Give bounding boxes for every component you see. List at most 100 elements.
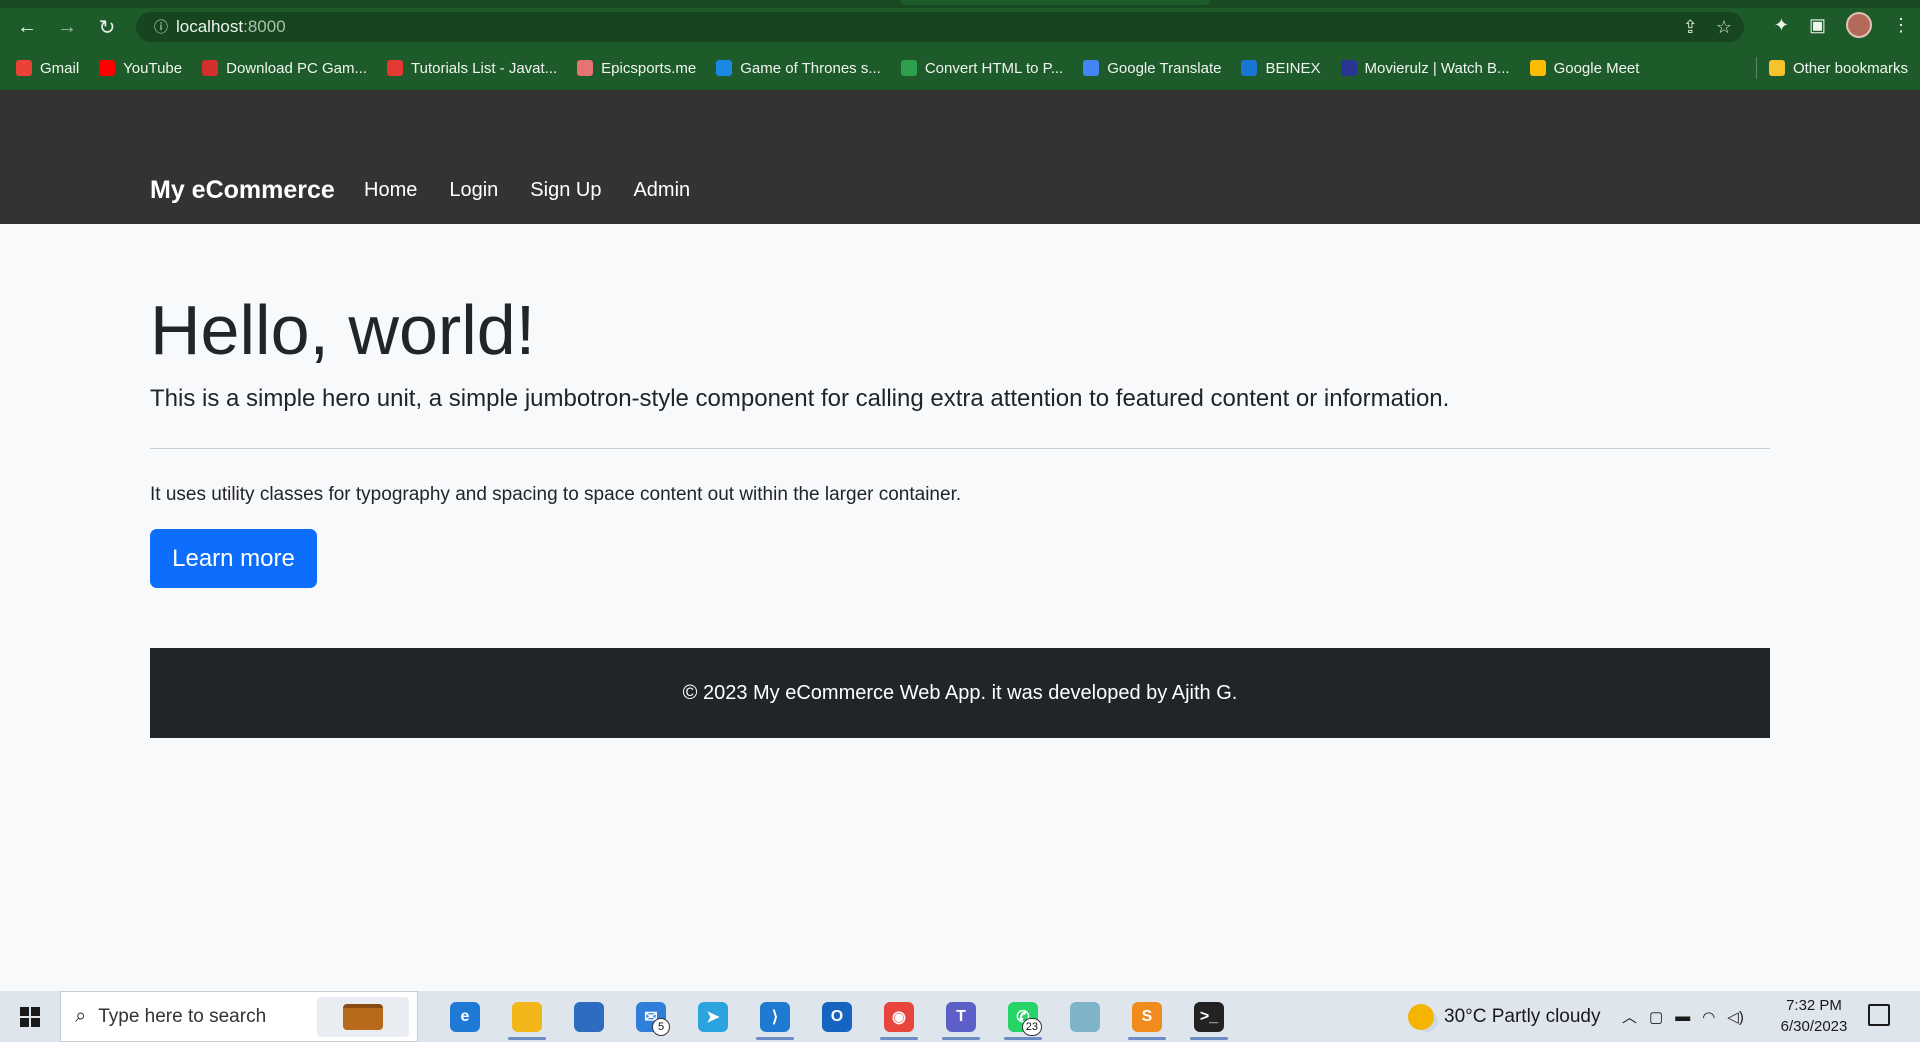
outlook-icon: O — [822, 1001, 852, 1032]
menu-kebab-icon[interactable]: ⋮ — [1892, 15, 1910, 36]
sublime-text-icon: S — [1132, 1001, 1162, 1032]
bookmark-item[interactable]: Download PC Gam... — [202, 60, 367, 77]
hero-title: Hello, world! — [150, 291, 536, 369]
bookmark-favicon-icon — [387, 60, 404, 76]
clock-date: 6/30/2023 — [1780, 1018, 1848, 1035]
bookmark-label: Download PC Gam... — [226, 59, 368, 77]
side-panel-icon[interactable]: ▣ — [1809, 15, 1826, 36]
bookmark-item[interactable]: Game of Thrones s... — [716, 60, 881, 77]
taskbar-app-edge[interactable]: e — [434, 991, 496, 1042]
weather-widget[interactable]: 30°C Partly cloudy — [1408, 991, 1601, 1042]
windows-logo-icon — [20, 1006, 40, 1027]
bookmark-label: Google Translate — [1107, 59, 1222, 77]
bookmark-label: Convert HTML to P... — [924, 59, 1064, 77]
navbar-brand[interactable]: My eCommerce — [150, 176, 335, 205]
terminal-icon: >_ — [1194, 1001, 1224, 1032]
reload-icon[interactable]: ↻ — [92, 12, 122, 42]
bookmark-favicon-icon — [99, 60, 116, 76]
learn-more-button[interactable]: Learn more — [150, 529, 317, 588]
taskbar-app-outlook[interactable]: O — [806, 991, 868, 1042]
bookmark-label: Gmail — [40, 59, 80, 77]
meet-now-icon[interactable]: ▢ — [1649, 1008, 1663, 1026]
other-bookmarks[interactable]: Other bookmarks — [1768, 59, 1908, 77]
bookmark-favicon-icon — [1241, 60, 1258, 76]
bookmark-item[interactable]: Google Meet — [1529, 59, 1640, 77]
site-info-icon[interactable]: ⓘ — [146, 17, 176, 37]
bookmark-favicon-icon — [716, 60, 733, 76]
teams-icon: T — [946, 1001, 976, 1032]
taskbar-app-telegram[interactable]: ➤ — [682, 991, 744, 1042]
vscode-icon: ⟩ — [760, 1001, 790, 1032]
search-highlight[interactable] — [317, 996, 409, 1037]
hero-lead: This is a simple hero unit, a simple jum… — [150, 385, 1450, 412]
briefcase-icon — [343, 1003, 383, 1030]
bookmark-favicon-icon — [1529, 60, 1546, 76]
bookmark-item[interactable]: Epicsports.me — [577, 60, 696, 77]
url-port: :8000 — [243, 17, 286, 36]
other-bookmarks-label: Other bookmarks — [1792, 59, 1908, 77]
taskbar-app-vscode[interactable]: ⟩ — [744, 991, 806, 1042]
bookmark-item[interactable]: Tutorials List - Javat... — [387, 60, 557, 77]
nav-link-home[interactable]: Home — [364, 179, 417, 202]
clock[interactable]: 7:32 PM 6/30/2023 — [1772, 995, 1856, 1037]
url-host: localhost — [176, 17, 244, 36]
nav-link-login[interactable]: Login — [449, 179, 498, 202]
active-tab[interactable] — [900, 0, 1210, 5]
bookmark-label: Google Meet — [1553, 59, 1640, 77]
taskbar-app-teams[interactable]: T — [930, 991, 992, 1042]
taskbar-app-terminal[interactable]: >_ — [1178, 991, 1240, 1042]
taskbar-app-store[interactable] — [558, 991, 620, 1042]
bookmark-label: Epicsports.me — [601, 59, 697, 77]
taskbar-app-notes-app[interactable] — [1054, 991, 1116, 1042]
taskbar-apps: e ✉ 5 ➤ ⟩ O ◉ T ✆ 23 S >_ — [434, 991, 1240, 1042]
nav-link-admin[interactable]: Admin — [633, 179, 690, 202]
forward-icon[interactable]: → — [52, 12, 82, 42]
footer-text: © 2023 My eCommerce Web App. it was deve… — [682, 681, 1238, 704]
nav-link-signup[interactable]: Sign Up — [530, 179, 601, 202]
bookmark-item[interactable]: BEINEX — [1241, 59, 1321, 77]
extensions-icon[interactable]: ✦ — [1774, 15, 1789, 36]
taskbar-search[interactable]: ⌕ Type here to search — [60, 991, 418, 1042]
taskbar-app-mail[interactable]: ✉ 5 — [620, 991, 682, 1042]
chevron-up-icon[interactable]: ︿ — [1622, 1006, 1637, 1027]
system-tray: ︿ ▢ ▬ ◠ ◁) — [1622, 991, 1744, 1042]
profile-avatar[interactable] — [1846, 12, 1872, 38]
notes-app-icon — [1070, 1001, 1100, 1032]
windows-taskbar: ⌕ Type here to search e ✉ 5 ➤ ⟩ O ◉ T ✆ 23 S >_ 30°… — [0, 991, 1920, 1042]
bookmark-item[interactable]: Movierulz | Watch B... — [1340, 60, 1510, 77]
browser-toolbar: ← → ↻ ⓘ localhost:8000 ⇪ ☆ ✦ ▣ ⋮ — [0, 8, 1920, 46]
bookmark-item[interactable]: YouTube — [99, 60, 182, 77]
taskbar-app-file-explorer[interactable] — [496, 991, 558, 1042]
start-button[interactable] — [0, 991, 60, 1042]
folder-icon — [1768, 60, 1785, 76]
bookmark-label: BEINEX — [1265, 59, 1321, 77]
volume-icon[interactable]: ◁) — [1727, 1008, 1744, 1026]
bookmark-label: Game of Thrones s... — [740, 59, 881, 77]
file-explorer-icon — [512, 1001, 542, 1032]
bookmarks-bar: Gmail YouTube Download PC Gam... Tutorials … — [0, 53, 1920, 83]
notifications-icon[interactable] — [1868, 1004, 1890, 1026]
back-icon[interactable]: ← — [12, 12, 42, 42]
site-footer: © 2023 My eCommerce Web App. it was deve… — [150, 648, 1770, 738]
address-bar[interactable]: ⓘ localhost:8000 ⇪ ☆ — [136, 12, 1744, 42]
notification-badge: 23 — [1021, 1018, 1042, 1036]
site-navbar: My eCommerce Home Login Sign Up Admin — [0, 90, 1920, 224]
bookmark-item[interactable]: Convert HTML to P... — [900, 59, 1064, 77]
wifi-icon[interactable]: ◠ — [1702, 1008, 1715, 1026]
bookmark-item[interactable]: Google Translate — [1083, 60, 1221, 77]
edge-icon: e — [450, 1001, 480, 1032]
share-icon[interactable]: ⇪ — [1683, 17, 1698, 38]
search-icon: ⌕ — [75, 1005, 87, 1027]
bookmark-favicon-icon — [1340, 60, 1357, 76]
hero-text: It uses utility classes for typography a… — [150, 484, 962, 505]
taskbar-app-whatsapp[interactable]: ✆ 23 — [992, 991, 1054, 1042]
partly-cloudy-icon — [1408, 1003, 1434, 1030]
browser-chrome: ← → ↻ ⓘ localhost:8000 ⇪ ☆ ✦ ▣ ⋮ Gmail Yo… — [0, 0, 1920, 90]
taskbar-app-sublime-text[interactable]: S — [1116, 991, 1178, 1042]
bookmark-favicon-icon — [1083, 60, 1100, 76]
bookmark-item[interactable]: Gmail — [16, 60, 79, 77]
taskbar-app-chrome[interactable]: ◉ — [868, 991, 930, 1042]
bookmark-star-icon[interactable]: ☆ — [1716, 17, 1732, 38]
clock-time: 7:32 PM — [1786, 997, 1842, 1014]
battery-icon[interactable]: ▬ — [1675, 1008, 1690, 1025]
